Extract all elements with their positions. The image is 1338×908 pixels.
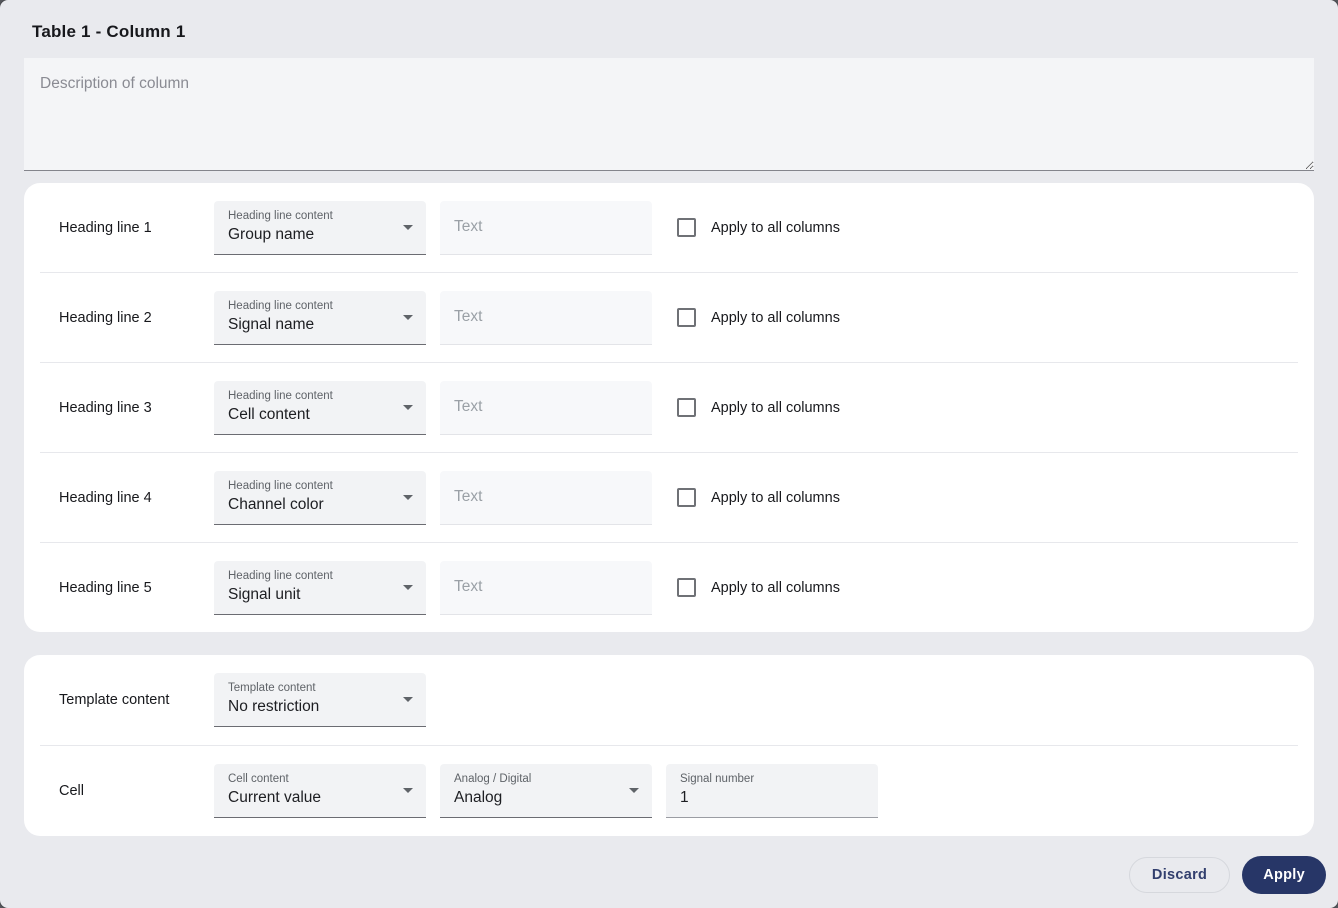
select-label: Cell content (228, 773, 289, 785)
select-label: Heading line content (228, 299, 333, 312)
row-label: Heading line 3 (59, 399, 152, 416)
apply-all-checkbox-group[interactable]: Apply to all columns (677, 488, 840, 507)
checkbox-label: Apply to all columns (711, 489, 840, 506)
apply-all-checkbox-group[interactable]: Apply to all columns (677, 578, 840, 597)
select-label: Heading line content (228, 209, 333, 222)
heading-row-1: Heading line 1 Heading line content Grou… (24, 183, 1314, 272)
template-content-row: Template content Template content No res… (24, 655, 1314, 745)
chevron-down-icon (403, 404, 413, 410)
heading-content-select[interactable]: Heading line content Signal name (214, 290, 426, 345)
chevron-down-icon (403, 584, 413, 590)
row-label: Template content (59, 692, 170, 708)
column-settings-dialog: Table 1 - Column 1 Heading line 1 Headin… (0, 0, 1338, 908)
row-label: Cell (59, 783, 84, 799)
select-value: Signal unit (228, 585, 301, 603)
signal-number-field[interactable]: Signal number (666, 764, 878, 818)
row-label: Heading line 2 (59, 309, 152, 326)
chevron-down-icon (403, 224, 413, 230)
heading-text-input[interactable] (440, 200, 652, 255)
cell-row: Cell Cell content Current value Analog /… (24, 746, 1314, 836)
field-label: Signal number (680, 773, 755, 785)
select-label: Heading line content (228, 479, 333, 492)
checkbox-label: Apply to all columns (711, 309, 840, 326)
heading-row-4: Heading line 4 Heading line content Chan… (24, 453, 1314, 542)
apply-button[interactable]: Apply (1242, 856, 1326, 894)
select-label: Heading line content (228, 569, 333, 582)
apply-all-checkbox[interactable] (677, 218, 696, 237)
checkbox-label: Apply to all columns (711, 219, 840, 236)
select-value: Signal name (228, 315, 315, 333)
template-cell-card: Template content Template content No res… (24, 655, 1314, 836)
discard-button[interactable]: Discard (1128, 857, 1231, 893)
page-title: Table 1 - Column 1 (32, 22, 186, 41)
dialog-footer: Discard Apply (0, 836, 1338, 908)
heading-lines-card: Heading line 1 Heading line content Grou… (24, 183, 1314, 632)
heading-row-2: Heading line 2 Heading line content Sign… (24, 273, 1314, 362)
apply-all-checkbox-group[interactable]: Apply to all columns (677, 218, 840, 237)
select-label: Heading line content (228, 389, 333, 402)
select-value: Current value (228, 789, 322, 807)
select-value: No restriction (228, 698, 320, 716)
analog-digital-select[interactable]: Analog / Digital Analog (440, 764, 652, 818)
cell-content-select[interactable]: Cell content Current value (214, 764, 426, 818)
select-label: Analog / Digital (454, 773, 532, 785)
select-value: Analog (454, 789, 503, 807)
heading-text-input[interactable] (440, 560, 652, 615)
heading-row-3: Heading line 3 Heading line content Cell… (24, 363, 1314, 452)
apply-all-checkbox[interactable] (677, 488, 696, 507)
checkbox-label: Apply to all columns (711, 399, 840, 416)
heading-content-select[interactable]: Heading line content Cell content (214, 380, 426, 435)
apply-all-checkbox[interactable] (677, 578, 696, 597)
chevron-down-icon (403, 494, 413, 500)
row-label: Heading line 5 (59, 579, 152, 596)
row-label: Heading line 4 (59, 489, 152, 506)
heading-text-input[interactable] (440, 470, 652, 525)
row-label: Heading line 1 (59, 219, 152, 236)
heading-content-select[interactable]: Heading line content Signal unit (214, 560, 426, 615)
chevron-down-icon (403, 788, 413, 793)
chevron-down-icon (629, 788, 639, 793)
heading-text-input[interactable] (440, 290, 652, 345)
select-label: Template content (228, 682, 316, 694)
chevron-down-icon (403, 314, 413, 320)
description-textarea[interactable] (24, 58, 1314, 171)
heading-content-select[interactable]: Heading line content Channel color (214, 470, 426, 525)
select-value: Channel color (228, 495, 324, 513)
select-value: Group name (228, 225, 315, 243)
chevron-down-icon (403, 697, 413, 702)
heading-text-input[interactable] (440, 380, 652, 435)
heading-row-5: Heading line 5 Heading line content Sign… (24, 543, 1314, 632)
apply-all-checkbox[interactable] (677, 398, 696, 417)
heading-content-select[interactable]: Heading line content Group name (214, 200, 426, 255)
template-content-select[interactable]: Template content No restriction (214, 673, 426, 727)
select-value: Cell content (228, 405, 310, 423)
signal-number-input[interactable] (680, 789, 864, 808)
apply-all-checkbox-group[interactable]: Apply to all columns (677, 308, 840, 327)
apply-all-checkbox[interactable] (677, 308, 696, 327)
apply-all-checkbox-group[interactable]: Apply to all columns (677, 398, 840, 417)
checkbox-label: Apply to all columns (711, 579, 840, 596)
